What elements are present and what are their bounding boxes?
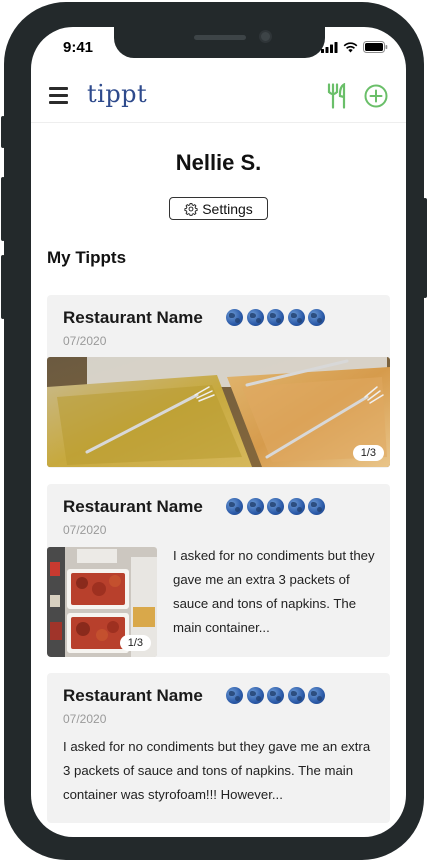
photo-counter: 1/3 xyxy=(119,635,151,651)
rating-globes xyxy=(226,687,325,704)
globe-icon xyxy=(267,498,284,515)
globe-icon xyxy=(226,687,243,704)
phone-frame: 9:41 tippt Nellie S. Settings My Tippts … xyxy=(1,2,427,860)
restaurant-name: Restaurant Name xyxy=(63,497,203,516)
tippt-card[interactable]: Restaurant Name 07/2020 xyxy=(47,484,390,657)
globe-icon xyxy=(226,309,243,326)
globe-icon xyxy=(308,309,325,326)
gear-icon xyxy=(184,202,198,216)
food-photo-image xyxy=(47,357,390,467)
food-photo[interactable]: 1/3 xyxy=(47,357,390,467)
globe-icon xyxy=(226,498,243,515)
hamburger-menu-icon[interactable] xyxy=(49,87,69,104)
review-date: 07/2020 xyxy=(63,523,107,537)
settings-button[interactable]: Settings xyxy=(169,197,268,220)
tippt-card[interactable]: Restaurant Name 07/2020 xyxy=(47,295,390,468)
review-text: I asked for no condiments but they gave … xyxy=(173,548,375,635)
profile-name: Nellie S. xyxy=(175,150,262,175)
add-circle-icon[interactable] xyxy=(364,84,388,108)
section-title: My Tippts xyxy=(47,248,127,267)
signal-icon xyxy=(321,41,338,53)
globe-icon xyxy=(287,309,305,326)
battery-icon xyxy=(363,41,388,53)
settings-label: Settings xyxy=(202,200,253,217)
app-header: tippt xyxy=(31,71,406,123)
brand-logo[interactable]: tippt xyxy=(87,80,147,108)
globe-icon xyxy=(287,687,305,704)
utensils-icon[interactable] xyxy=(327,83,347,109)
rating-globes xyxy=(226,498,325,515)
globe-icon xyxy=(267,309,284,326)
globe-icon xyxy=(246,498,264,515)
mute-switch xyxy=(1,116,5,148)
speaker xyxy=(194,35,246,40)
restaurant-name: Restaurant Name xyxy=(63,308,203,327)
power-button xyxy=(423,198,427,298)
review-date: 07/2020 xyxy=(63,334,107,348)
volume-down-button xyxy=(1,255,5,319)
wifi-icon xyxy=(343,41,358,52)
screen: 9:41 tippt Nellie S. Settings My Tippts … xyxy=(31,27,406,837)
restaurant-name: Restaurant Name xyxy=(63,686,203,705)
front-camera xyxy=(259,30,272,43)
status-bar: 9:41 xyxy=(31,27,406,71)
rating-globes xyxy=(226,309,325,326)
photo-counter: 1/3 xyxy=(352,445,384,461)
globe-icon xyxy=(267,687,284,704)
volume-up-button xyxy=(1,177,5,241)
food-photo[interactable]: 1/3 xyxy=(47,547,157,657)
globe-icon xyxy=(308,687,325,704)
review-date: 07/2020 xyxy=(63,712,107,726)
status-time: 9:41 xyxy=(63,39,94,56)
notch xyxy=(114,27,325,58)
globe-icon xyxy=(287,498,305,515)
review-text: I asked for no condiments but they gave … xyxy=(63,739,371,802)
status-icons xyxy=(321,41,388,53)
globe-icon xyxy=(308,498,325,515)
globe-icon xyxy=(246,687,264,704)
tippt-card[interactable]: Restaurant Name 07/2020 I asked for no c… xyxy=(47,673,390,823)
globe-icon xyxy=(246,309,264,326)
